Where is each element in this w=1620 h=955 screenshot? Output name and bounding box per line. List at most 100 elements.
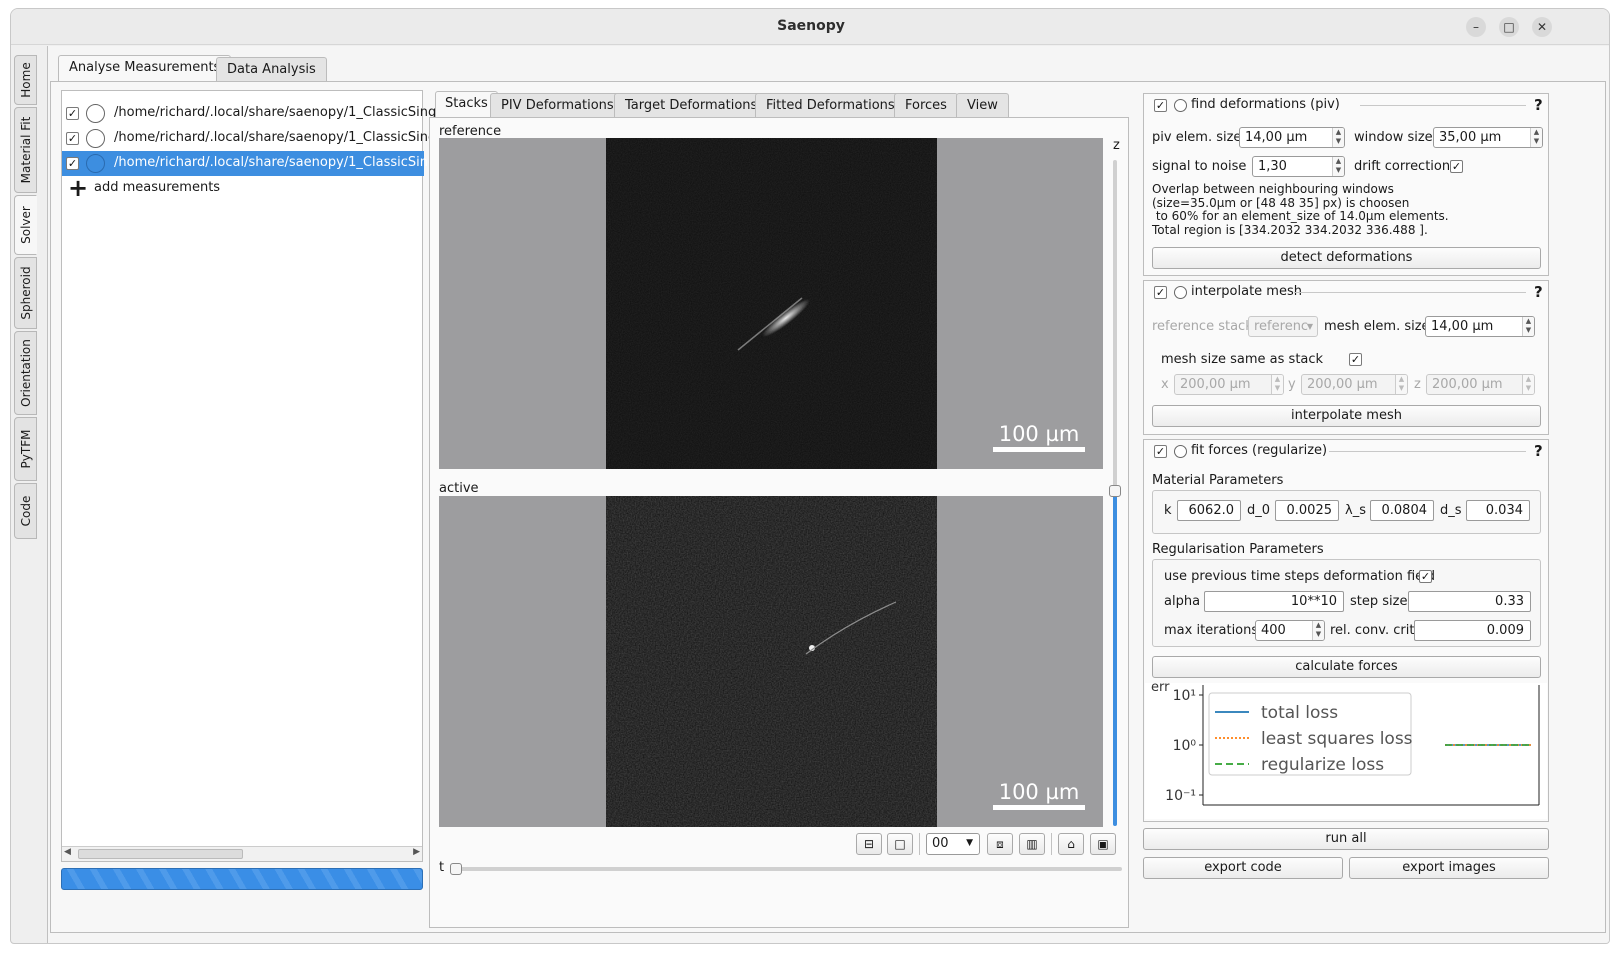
interpolate-mesh-button[interactable]: interpolate mesh <box>1152 405 1541 427</box>
drift-correction-checkbox[interactable]: ✓ <box>1450 160 1463 173</box>
split-view-icon[interactable]: ⊟ <box>856 833 882 855</box>
tab-data-analysis[interactable]: Data Analysis <box>216 57 327 82</box>
side-tab-spheroid[interactable]: Spheroid <box>14 257 37 329</box>
mesh-elem-size-input[interactable]: 14,00 µm ▲ ▼ <box>1425 316 1535 337</box>
measurement-list[interactable]: ✓ /home/richard/.local/share/saenopy/1_C… <box>61 90 465 862</box>
piv-elem-size-input[interactable]: 14,00 µm ▲ ▼ <box>1239 127 1345 148</box>
signal-noise-label: signal to noise <box>1152 159 1247 174</box>
t-slider-handle[interactable] <box>450 863 462 875</box>
d0-input[interactable]: 0.0025 <box>1275 500 1339 521</box>
close-button[interactable]: ✕ <box>1532 17 1552 37</box>
z-slider-track-lower[interactable] <box>1113 494 1117 826</box>
max-iterations-input[interactable]: 400 ▲ ▼ <box>1255 620 1325 641</box>
run-all-button[interactable]: run all <box>1143 828 1549 850</box>
mesh-x-label: x <box>1161 377 1169 392</box>
reference-stack-select[interactable]: referenc ▼ <box>1248 316 1318 337</box>
tab-piv-deformations[interactable]: PIV Deformations <box>490 93 625 118</box>
stepper-icon[interactable]: ▲ ▼ <box>1522 317 1534 336</box>
reference-view[interactable]: 100 µm <box>439 138 1103 469</box>
y-tick-label: 10⁻¹ <box>1165 788 1196 804</box>
mesh-z-input[interactable]: 200,00 µm ▲ ▼ <box>1426 374 1535 395</box>
side-tab-pytfm[interactable]: PyTFM <box>14 417 37 481</box>
side-tab-orientation[interactable]: Orientation <box>14 331 37 415</box>
legend-label: regularize loss <box>1261 755 1384 775</box>
tab-forces[interactable]: Forces <box>894 93 958 118</box>
reference-stack-label: reference stack <box>1152 319 1253 334</box>
minimize-button[interactable]: – <box>1466 17 1486 37</box>
home-icon[interactable]: ⌂ <box>1058 833 1084 855</box>
chevron-down-icon: ▼ <box>1306 322 1313 331</box>
stepper-icon[interactable]: ▲ ▼ <box>1332 128 1344 147</box>
side-tab-solver[interactable]: Solver <box>14 195 37 255</box>
mesh-x-input[interactable]: 200,00 µm ▲ ▼ <box>1174 374 1284 395</box>
legend-label: total loss <box>1261 703 1338 723</box>
prev-steps-checkbox[interactable]: ✓ <box>1419 570 1432 583</box>
file-checkbox[interactable]: ✓ <box>66 132 79 145</box>
maximize-button[interactable]: □ <box>1499 17 1519 37</box>
chevron-down-icon: ▼ <box>966 838 973 848</box>
stepper-icon[interactable]: ▲ ▼ <box>1530 128 1542 147</box>
scroll-left-icon[interactable]: ◀ <box>64 847 71 857</box>
file-checkbox[interactable]: ✓ <box>66 107 79 120</box>
help-icon[interactable]: ? <box>1534 442 1543 460</box>
toolbar-separator <box>919 833 920 855</box>
mesh-elem-size-label: mesh elem. size <box>1324 319 1430 334</box>
histogram-icon[interactable]: ▥ <box>1019 833 1045 855</box>
3d-box-icon[interactable]: ⧈ <box>987 833 1013 855</box>
stepper-icon[interactable]: ▲ ▼ <box>1312 621 1324 640</box>
window-size-input[interactable]: 35,00 µm ▲ ▼ <box>1433 127 1543 148</box>
ds-input[interactable]: 0.034 <box>1466 500 1530 521</box>
status-circle-icon <box>86 104 105 123</box>
lambda-input[interactable]: 0.0804 <box>1370 500 1434 521</box>
tab-analyse-measurements[interactable]: Analyse Measurements <box>58 55 232 82</box>
frame-select[interactable]: 00 ▼ <box>926 833 980 855</box>
k-input[interactable]: 6062.0 <box>1177 500 1241 521</box>
divider <box>1329 451 1526 452</box>
side-tab-home[interactable]: Home <box>14 55 37 105</box>
forces-enable-checkbox[interactable]: ✓ <box>1154 445 1167 458</box>
export-code-button[interactable]: export code <box>1143 857 1343 879</box>
tab-view[interactable]: View <box>956 93 1009 118</box>
stepper-icon[interactable]: ▲ ▼ <box>1271 375 1283 394</box>
calculate-forces-button[interactable]: calculate forces <box>1152 656 1541 678</box>
detect-deformations-button[interactable]: detect deformations <box>1152 247 1541 269</box>
scroll-right-icon[interactable]: ▶ <box>413 847 420 857</box>
alpha-input[interactable]: 10**10 <box>1204 591 1344 612</box>
d0-label: d_0 <box>1247 503 1271 518</box>
z-slider-handle[interactable] <box>1109 485 1121 497</box>
stepper-icon[interactable]: ▲ ▼ <box>1332 157 1344 176</box>
mesh-enable-checkbox[interactable]: ✓ <box>1154 286 1167 299</box>
add-measurements-button[interactable]: + add measurements <box>62 176 424 201</box>
stepper-icon[interactable]: ▲ ▼ <box>1395 375 1407 394</box>
tab-fitted-deformations[interactable]: Fitted Deformations <box>755 93 906 118</box>
mesh-same-as-stack-checkbox[interactable]: ✓ <box>1349 353 1362 366</box>
signal-noise-input[interactable]: 1,30 ▲ ▼ <box>1252 156 1345 177</box>
mesh-title: interpolate mesh <box>1191 284 1302 299</box>
side-tab-code[interactable]: Code <box>14 483 37 539</box>
tab-target-deformations[interactable]: Target Deformations <box>614 93 769 118</box>
list-item[interactable]: ✓ /home/richard/.local/share/saenopy/1_C… <box>62 101 465 126</box>
single-view-icon[interactable]: □ <box>887 833 913 855</box>
z-slider-track-upper[interactable] <box>1113 160 1117 492</box>
side-tab-material-fit[interactable]: Material Fit <box>14 107 37 193</box>
stepper-icon[interactable]: ▲ ▼ <box>1522 375 1534 394</box>
help-icon[interactable]: ? <box>1534 283 1543 301</box>
t-slider-track[interactable] <box>450 867 1122 871</box>
y-tick-label: 10⁰ <box>1173 738 1197 754</box>
export-images-button[interactable]: export images <box>1349 857 1549 879</box>
horizontal-scrollbar[interactable]: ◀ ▶ <box>62 846 422 861</box>
step-size-input[interactable]: 0.33 <box>1408 591 1531 612</box>
active-view[interactable]: 100 µm <box>439 496 1103 827</box>
mesh-y-input[interactable]: 200,00 µm ▲ ▼ <box>1301 374 1408 395</box>
list-item[interactable]: ✓ /home/richard/.local/share/saenopy/1_C… <box>62 126 465 151</box>
scrollbar-handle[interactable] <box>78 849 243 859</box>
reference-cell-image <box>606 138 937 469</box>
help-icon[interactable]: ? <box>1534 96 1543 114</box>
list-item-selected[interactable]: ✓ /home/richard/.local/share/saenopy/1_C… <box>62 151 465 176</box>
tab-stacks[interactable]: Stacks <box>435 91 498 118</box>
piv-enable-checkbox[interactable]: ✓ <box>1154 99 1167 112</box>
forces-status-icon <box>1174 445 1187 458</box>
file-checkbox[interactable]: ✓ <box>66 157 79 170</box>
conv-crit-input[interactable]: 0.009 <box>1414 620 1531 641</box>
save-icon[interactable]: ▣ <box>1090 833 1116 855</box>
